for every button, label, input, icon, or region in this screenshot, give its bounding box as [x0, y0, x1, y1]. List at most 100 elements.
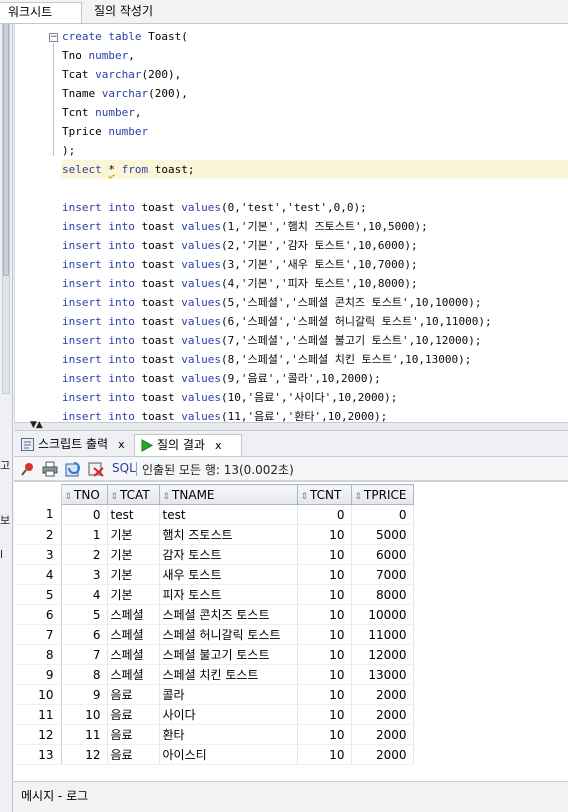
- close-icon[interactable]: x: [118, 438, 125, 451]
- cell-tprice[interactable]: 5000: [351, 524, 414, 545]
- cell-tcat[interactable]: 음료: [107, 704, 160, 725]
- cell-tcnt[interactable]: 10: [297, 704, 352, 725]
- cell-tcat[interactable]: 기본: [107, 544, 160, 565]
- cell-tprice[interactable]: 10000: [351, 604, 414, 625]
- column-header-tno[interactable]: ⇕ TNO: [60, 484, 108, 505]
- code-line[interactable]: Tname varchar(200),: [61, 84, 568, 103]
- code-line[interactable]: insert into toast values(3,'기본','새우 토스트'…: [61, 255, 568, 274]
- table-row[interactable]: 8 7 스페셜 스페셜 불고기 토스트 10 12000: [17, 644, 414, 665]
- cell-tcnt[interactable]: 10: [297, 664, 352, 685]
- column-header-tname[interactable]: ⇕ TNAME: [158, 484, 298, 505]
- code-line[interactable]: insert into toast values(0,'test','test'…: [61, 198, 568, 217]
- cell-tcat[interactable]: 스페셜: [107, 644, 160, 665]
- cell-tname[interactable]: 콜라: [159, 684, 298, 705]
- cell-tprice[interactable]: 13000: [351, 664, 414, 685]
- cell-tcat[interactable]: test: [107, 504, 160, 525]
- column-header-tcnt[interactable]: ⇕ TCNT: [296, 484, 352, 505]
- cell-tcnt[interactable]: 10: [297, 624, 352, 645]
- code-line[interactable]: insert into toast values(1,'기본','햄치 즈토스트…: [61, 217, 568, 236]
- cell-tname[interactable]: 피자 토스트: [159, 584, 298, 605]
- sql-editor[interactable]: − create table Toast(Tno number, Tcat var…: [14, 24, 568, 422]
- cancel-query-icon[interactable]: [88, 461, 104, 477]
- code-line[interactable]: );: [61, 141, 568, 160]
- table-row[interactable]: 10 9 음료 콜라 10 2000: [17, 684, 414, 705]
- sort-icon[interactable]: ⇕: [65, 492, 73, 502]
- cell-tprice[interactable]: 12000: [351, 644, 414, 665]
- sort-icon[interactable]: ⇕: [355, 492, 363, 502]
- cell-tname[interactable]: 스페셜 불고기 토스트: [159, 644, 298, 665]
- table-row[interactable]: 6 5 스페셜 스페셜 콘치즈 토스트 10 10000: [17, 604, 414, 625]
- tab-worksheet[interactable]: 워크시트: [0, 2, 82, 23]
- cell-tcnt[interactable]: 10: [297, 564, 352, 585]
- cell-tcat[interactable]: 기본: [107, 584, 160, 605]
- code-line[interactable]: insert into toast values(11,'음료','환타',10…: [61, 407, 568, 422]
- pin-icon[interactable]: [20, 461, 36, 477]
- cell-tno[interactable]: 7: [61, 644, 108, 665]
- code-line[interactable]: Tprice number: [61, 122, 568, 141]
- table-row[interactable]: 4 3 기본 새우 토스트 10 7000: [17, 564, 414, 585]
- sql-link[interactable]: SQL: [112, 461, 136, 475]
- splitter-arrows-icon[interactable]: ▼▲: [30, 420, 43, 430]
- cell-tprice[interactable]: 0: [351, 504, 414, 525]
- code-line[interactable]: insert into toast values(4,'기본','피자 토스트'…: [61, 274, 568, 293]
- cell-tname[interactable]: 감자 토스트: [159, 544, 298, 565]
- cell-tprice[interactable]: 2000: [351, 704, 414, 725]
- sort-icon[interactable]: ⇕: [301, 492, 309, 502]
- cell-tno[interactable]: 11: [61, 724, 108, 745]
- code-line[interactable]: insert into toast values(2,'기본','감자 토스트'…: [61, 236, 568, 255]
- table-row[interactable]: 5 4 기본 피자 토스트 10 8000: [17, 584, 414, 605]
- cell-tname[interactable]: 스페셜 치킨 토스트: [159, 664, 298, 685]
- cell-tcat[interactable]: 스페셜: [107, 664, 160, 685]
- cell-tno[interactable]: 3: [61, 564, 108, 585]
- cell-tcat[interactable]: 스페셜: [107, 604, 160, 625]
- cell-tname[interactable]: 환타: [159, 724, 298, 745]
- cell-tcat[interactable]: 기본: [107, 564, 160, 585]
- cell-tprice[interactable]: 2000: [351, 744, 414, 765]
- tab-script-output[interactable]: 스크립트 출력 x: [16, 434, 132, 456]
- code-line[interactable]: select * from toast;: [61, 160, 568, 179]
- sort-icon[interactable]: ⇕: [111, 492, 119, 502]
- code-line[interactable]: create table Toast(: [61, 27, 568, 46]
- code-line[interactable]: insert into toast values(6,'스페셜','스페셜 허니…: [61, 312, 568, 331]
- column-header-tprice[interactable]: ⇕ TPRICE: [350, 484, 414, 505]
- cell-tname[interactable]: test: [159, 504, 298, 525]
- code-line[interactable]: insert into toast values(8,'스페셜','스페셜 치킨…: [61, 350, 568, 369]
- left-scrollbar-thumb[interactable]: [3, 6, 9, 276]
- table-row[interactable]: 9 8 스페셜 스페셜 치킨 토스트 10 13000: [17, 664, 414, 685]
- cell-tprice[interactable]: 8000: [351, 584, 414, 605]
- cell-tname[interactable]: 스페셜 콘치즈 토스트: [159, 604, 298, 625]
- code-line[interactable]: Tno number,: [61, 46, 568, 65]
- cell-tname[interactable]: 햄치 즈토스트: [159, 524, 298, 545]
- table-row[interactable]: 7 6 스페셜 스페셜 허니갈릭 토스트 10 11000: [17, 624, 414, 645]
- table-row[interactable]: 2 1 기본 햄치 즈토스트 10 5000: [17, 524, 414, 545]
- cell-tno[interactable]: 8: [61, 664, 108, 685]
- cell-tno[interactable]: 6: [61, 624, 108, 645]
- code-line[interactable]: insert into toast values(5,'스페셜','스페셜 콘치…: [61, 293, 568, 312]
- close-icon[interactable]: x: [215, 439, 222, 452]
- cell-tcnt[interactable]: 10: [297, 744, 352, 765]
- table-row[interactable]: 3 2 기본 감자 토스트 10 6000: [17, 544, 414, 565]
- code-area[interactable]: create table Toast(Tno number, Tcat varch…: [61, 27, 568, 422]
- cell-tcat[interactable]: 음료: [107, 744, 160, 765]
- cell-tprice[interactable]: 7000: [351, 564, 414, 585]
- table-row[interactable]: 11 10 음료 사이다 10 2000: [17, 704, 414, 725]
- cell-tcat[interactable]: 음료: [107, 684, 160, 705]
- print-icon[interactable]: [42, 461, 58, 477]
- pane-splitter[interactable]: ▼▲: [14, 420, 568, 431]
- cell-tcnt[interactable]: 10: [297, 724, 352, 745]
- cell-tcnt[interactable]: 10: [297, 524, 352, 545]
- cell-tname[interactable]: 사이다: [159, 704, 298, 725]
- table-row[interactable]: 12 11 음료 환타 10 2000: [17, 724, 414, 745]
- table-row[interactable]: 1 0 test test 0 0: [17, 504, 414, 525]
- cell-tcnt[interactable]: 10: [297, 644, 352, 665]
- cell-tcat[interactable]: 음료: [107, 724, 160, 745]
- cell-tprice[interactable]: 6000: [351, 544, 414, 565]
- code-line[interactable]: insert into toast values(7,'스페셜','스페셜 불고…: [61, 331, 568, 350]
- cell-tno[interactable]: 4: [61, 584, 108, 605]
- tab-query-builder[interactable]: 질의 작성기: [86, 2, 176, 23]
- cell-tprice[interactable]: 2000: [351, 724, 414, 745]
- cell-tcat[interactable]: 기본: [107, 524, 160, 545]
- cell-tno[interactable]: 9: [61, 684, 108, 705]
- cell-tprice[interactable]: 2000: [351, 684, 414, 705]
- code-line[interactable]: Tcnt number,: [61, 103, 568, 122]
